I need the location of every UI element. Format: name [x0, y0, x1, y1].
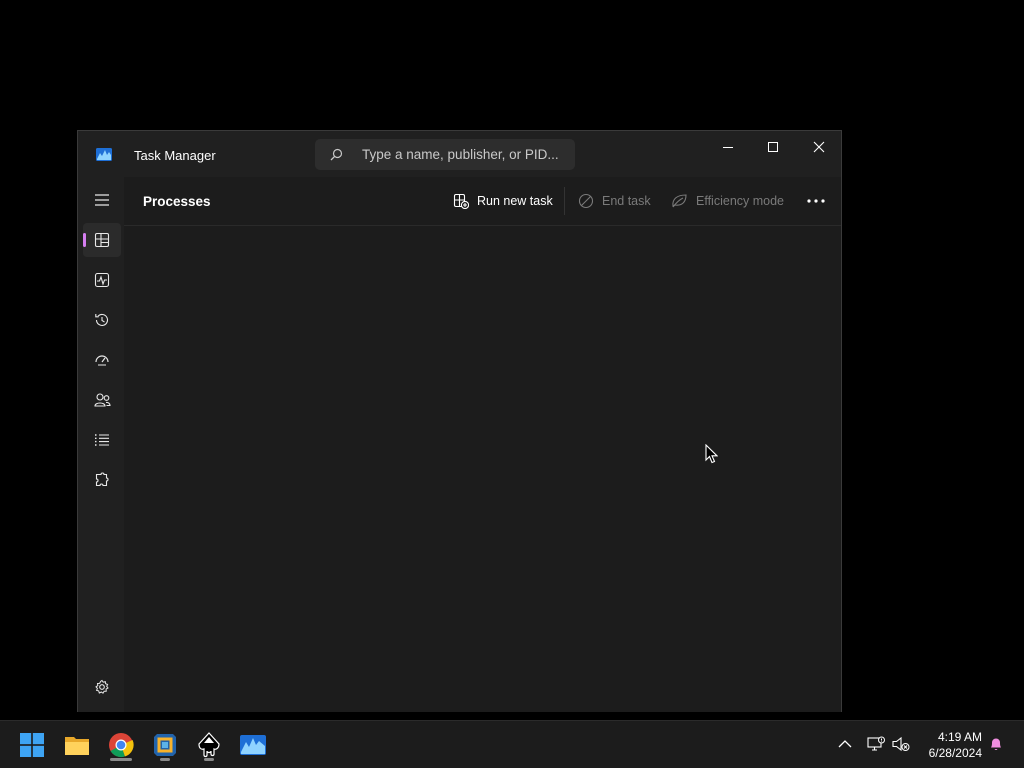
run-new-task-icon [453, 193, 469, 209]
nav-item-details[interactable] [83, 423, 121, 457]
efficiency-mode-icon [672, 194, 687, 208]
processes-page: Processes Run new task End task Efficien… [124, 177, 841, 712]
hamburger-menu-icon [95, 194, 109, 206]
running-indicator [204, 758, 214, 761]
title-bar[interactable]: Task Manager Type a name, publisher, or … [78, 131, 841, 177]
startup-apps-icon [95, 355, 109, 366]
nav-item-performance[interactable] [83, 263, 121, 297]
speaker-muted-icon [892, 736, 910, 752]
run-new-task-button[interactable]: Run new task [453, 191, 553, 211]
running-indicator [160, 758, 170, 761]
nav-item-app-history[interactable] [83, 303, 121, 337]
details-icon [95, 434, 109, 446]
close-icon [813, 141, 825, 153]
chrome-icon [109, 733, 134, 758]
task-manager-app-icon [96, 148, 112, 161]
windows-logo-icon [20, 733, 44, 757]
clock[interactable]: 4:19 AM 6/28/2024 [916, 729, 982, 761]
command-separator [564, 187, 565, 215]
inkscape-icon [198, 732, 220, 758]
search-box[interactable]: Type a name, publisher, or PID... [315, 139, 575, 170]
end-task-label: End task [602, 194, 651, 208]
command-bar: Processes Run new task End task Efficien… [124, 177, 841, 226]
chevron-up-icon [838, 740, 852, 748]
minimize-button[interactable] [705, 131, 751, 163]
network-status-button[interactable] [867, 735, 885, 753]
maximize-button[interactable] [750, 131, 796, 163]
virtualbox-icon [154, 734, 176, 756]
navigation-rail [78, 177, 124, 712]
taskbar-chrome[interactable] [102, 726, 140, 764]
mouse-cursor-icon [705, 444, 718, 464]
volume-button[interactable] [892, 735, 910, 753]
search-icon [330, 148, 343, 161]
taskbar-inkscape[interactable] [190, 726, 228, 764]
clock-time: 4:19 AM [937, 730, 982, 744]
network-icon [867, 736, 885, 751]
run-new-task-label: Run new task [477, 194, 553, 208]
minimize-icon [723, 147, 733, 148]
show-hidden-icons-button[interactable] [836, 735, 854, 753]
services-icon [95, 472, 109, 487]
clock-date: 6/28/2024 [928, 746, 982, 760]
taskbar-file-explorer[interactable] [58, 726, 96, 764]
hamburger-menu-button[interactable] [83, 183, 121, 217]
task-manager-icon [240, 735, 266, 755]
task-manager-window: Task Manager Type a name, publisher, or … [77, 130, 842, 712]
active-indicator [83, 233, 86, 247]
settings-button[interactable] [83, 670, 121, 704]
nav-item-processes[interactable] [83, 223, 121, 257]
nav-item-startup-apps[interactable] [83, 343, 121, 377]
processes-icon [94, 232, 110, 248]
file-explorer-icon [65, 737, 89, 755]
nav-item-users[interactable] [83, 383, 121, 417]
efficiency-mode-button[interactable]: Efficiency mode [671, 191, 784, 211]
efficiency-mode-label: Efficiency mode [696, 194, 785, 208]
performance-icon [94, 272, 110, 288]
more-options-icon [807, 199, 825, 203]
taskbar-task-manager[interactable] [234, 726, 272, 764]
search-placeholder[interactable]: Type a name, publisher, or PID... [362, 147, 559, 162]
taskbar-virtualbox[interactable] [146, 726, 184, 764]
bell-icon [991, 738, 1001, 751]
users-icon [93, 393, 111, 407]
window-title: Task Manager [134, 148, 216, 163]
notifications-button[interactable] [987, 735, 1005, 753]
maximize-icon [768, 142, 778, 152]
close-button[interactable] [796, 131, 842, 163]
gear-icon [95, 679, 109, 694]
page-title: Processes [143, 194, 211, 209]
start-button[interactable] [13, 726, 51, 764]
end-task-button[interactable]: End task [578, 191, 651, 211]
more-options-button[interactable] [804, 191, 828, 211]
nav-item-services[interactable] [83, 463, 121, 497]
running-indicator [110, 758, 132, 761]
taskbar: 4:19 AM 6/28/2024 [0, 720, 1024, 768]
app-history-icon [95, 313, 109, 326]
end-task-icon [578, 193, 594, 209]
